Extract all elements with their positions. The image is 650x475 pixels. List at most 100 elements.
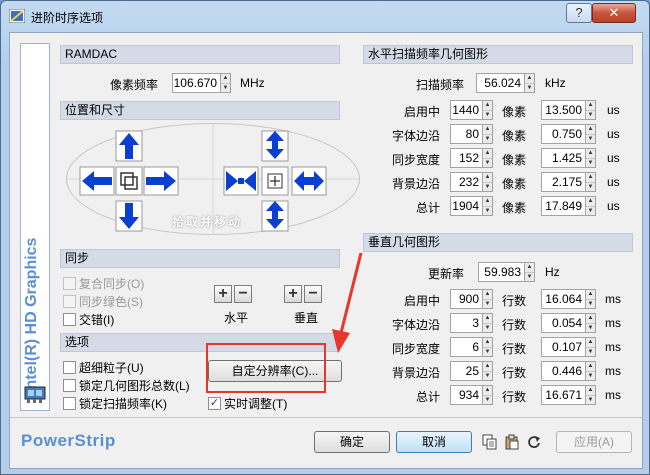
h-back-porch-us-spinner[interactable]: 2.175 ▲ ▼	[541, 172, 596, 192]
px-unit: 像素	[502, 105, 527, 119]
v-active-ms-spinner[interactable]: 16.064 ▲ ▼	[541, 289, 596, 309]
title-bar[interactable]: 进阶时序选项 ? ✕	[1, 1, 649, 31]
px-unit: 像素	[502, 129, 527, 143]
close-button[interactable]: ✕	[592, 3, 636, 23]
h-sync-width-us-spinner[interactable]: 1.425 ▲ ▼	[541, 148, 596, 168]
spin-down-icon[interactable]: ▼	[525, 272, 534, 282]
h-sync-minus-button[interactable]: −	[234, 285, 252, 303]
move-down-icon[interactable]	[116, 201, 142, 231]
refresh-icon[interactable]	[526, 434, 542, 450]
v-back-porch-lines-spinner[interactable]: 25 ▲ ▼	[450, 361, 493, 381]
help-button[interactable]: ?	[566, 3, 592, 23]
h-active-us-spinner[interactable]: 13.500 ▲ ▼	[541, 100, 596, 120]
pixel-clock-unit: MHz	[240, 76, 265, 90]
ms-unit: ms	[605, 364, 621, 378]
graphics-adapter-label: Intel(R) HD Graphics	[23, 237, 40, 394]
annotation-arrow-icon	[332, 252, 363, 353]
highlight-box	[206, 343, 326, 393]
scan-rate-value[interactable]: 56.024	[476, 73, 524, 93]
v-total-lines-spinner[interactable]: 934 ▲ ▼	[450, 385, 493, 405]
scan-rate-unit: kHz	[545, 76, 566, 90]
move-up-icon[interactable]	[116, 129, 142, 159]
h-front-porch-px-spinner[interactable]: 80 ▲ ▼	[450, 124, 493, 144]
spin-up-icon[interactable]: ▲	[525, 263, 534, 272]
ms-unit: ms	[605, 292, 621, 306]
h-sync-width-px-spinner[interactable]: 152 ▲ ▼	[450, 148, 493, 168]
apply-button[interactable]: 应用(A)	[556, 431, 632, 453]
v-sync-width-ms-spinner[interactable]: 0.107 ▲ ▼	[541, 337, 596, 357]
v-back-porch-label: 背景边沿	[392, 366, 441, 380]
window-title: 进阶时序选项	[31, 11, 104, 25]
v-sync-minus-button[interactable]: −	[304, 285, 322, 303]
interlace-checkbox[interactable]: 交错(I)	[63, 311, 114, 328]
h-active-px-spinner[interactable]: 1440 ▲ ▼	[450, 100, 493, 120]
realtime-adjust-checkbox[interactable]: ✓ 实时调整(T)	[208, 395, 287, 412]
lock-scan-rate-checkbox[interactable]: 锁定扫描频率(K)	[63, 395, 167, 412]
lines-unit: 行数	[502, 294, 527, 308]
lines-unit: 行数	[502, 318, 527, 332]
scan-rate-label: 扫描频率	[416, 78, 465, 92]
px-unit: 像素	[502, 153, 527, 167]
h-back-porch-px-spinner[interactable]: 232 ▲ ▼	[450, 172, 493, 192]
sync-on-green-checkbox[interactable]: 同步绿色(S)	[63, 293, 143, 310]
spin-down-icon[interactable]: ▼	[221, 83, 230, 93]
decrease-width-icon[interactable]	[224, 167, 258, 195]
lock-geometry-checkbox[interactable]: 锁定几何图形总数(L)	[63, 377, 190, 394]
powerstrip-logo: PowerStrip	[21, 431, 116, 450]
h-front-porch-us-spinner[interactable]: 0.750 ▲ ▼	[541, 124, 596, 144]
refresh-rate-label: 更新率	[428, 267, 465, 281]
sync-header: 同步	[60, 249, 340, 268]
v-total-ms-spinner[interactable]: 16.671 ▲ ▼	[541, 385, 596, 405]
center-screen-icon[interactable]	[116, 167, 142, 195]
us-unit: us	[607, 199, 620, 213]
cancel-button[interactable]: 取消	[396, 431, 472, 453]
ramdac-header: RAMDAC	[60, 45, 340, 64]
copy-icon[interactable]	[482, 434, 498, 450]
spin-up-icon[interactable]: ▲	[221, 74, 230, 83]
increase-width-icon[interactable]	[292, 167, 326, 195]
drag-move-icon[interactable]	[262, 167, 288, 195]
move-right-icon[interactable]	[144, 167, 178, 195]
v-active-lines-spinner[interactable]: 900 ▲ ▼	[450, 289, 493, 309]
increase-height-icon[interactable]	[262, 129, 288, 159]
lines-unit: 行数	[502, 390, 527, 404]
pixel-clock-value[interactable]: 106.670	[172, 73, 220, 93]
lines-unit: 行数	[502, 342, 527, 356]
spin-up-icon[interactable]: ▲	[525, 74, 534, 83]
h-total-label: 总计	[416, 201, 441, 215]
ok-button[interactable]: 确定	[314, 431, 390, 453]
vertical-geometry-header: 垂直几何图形	[363, 233, 633, 252]
h-total-us-spinner[interactable]: 17.849 ▲ ▼	[541, 196, 596, 216]
dialog-window: 进阶时序选项 ? ✕ Intel(R) HD Graphics RAMDAC 像…	[0, 0, 650, 475]
v-front-porch-lines-spinner[interactable]: 3 ▲ ▼	[450, 313, 493, 333]
pixel-clock-label: 像素频率	[110, 78, 159, 92]
h-back-porch-label: 背景边沿	[392, 177, 441, 191]
v-front-porch-ms-spinner[interactable]: 0.054 ▲ ▼	[541, 313, 596, 333]
v-sync-plus-button[interactable]: +	[284, 285, 302, 303]
us-unit: us	[607, 127, 620, 141]
us-unit: us	[607, 175, 620, 189]
v-sync-width-label: 同步宽度	[392, 342, 441, 356]
v-back-porch-ms-spinner[interactable]: 0.446 ▲ ▼	[541, 361, 596, 381]
app-icon	[9, 9, 25, 23]
h-sync-width-label: 同步宽度	[392, 153, 441, 167]
refresh-rate-spinner[interactable]: 59.983 ▲ ▼	[478, 262, 535, 282]
decrease-height-icon[interactable]	[262, 201, 288, 231]
pixel-clock-spinner[interactable]: 106.670 ▲ ▼	[172, 73, 231, 93]
h-sync-plus-button[interactable]: +	[214, 285, 232, 303]
refresh-rate-unit: Hz	[545, 265, 560, 279]
h-active-label: 启用中	[404, 105, 441, 119]
h-total-px-spinner[interactable]: 1904 ▲ ▼	[450, 196, 493, 216]
position-size-header: 位置和尺寸	[60, 101, 340, 120]
horizontal-geometry-header: 水平扫描频率几何图形	[363, 45, 633, 64]
refresh-rate-value[interactable]: 59.983	[478, 262, 524, 282]
ultra-fine-checkbox[interactable]: 超细粒子(U)	[63, 359, 144, 376]
composite-sync-checkbox[interactable]: 复合同步(O)	[63, 275, 144, 292]
v-sync-width-lines-spinner[interactable]: 6 ▲ ▼	[450, 337, 493, 357]
dialog-client-area: Intel(R) HD Graphics RAMDAC 像素频率 106.670…	[9, 32, 643, 469]
spin-down-icon[interactable]: ▼	[525, 83, 534, 93]
move-left-icon[interactable]	[80, 167, 114, 195]
pick-and-move-label: 拾取并移动	[172, 215, 243, 229]
scan-rate-spinner[interactable]: 56.024 ▲ ▼	[476, 73, 535, 93]
paste-icon[interactable]	[504, 434, 520, 450]
